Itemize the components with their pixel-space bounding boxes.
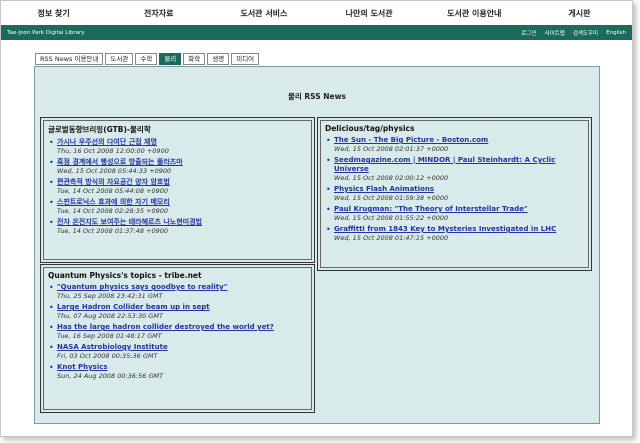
- category-tabs: RSS News 이용안내 도서관 수학 물리 화학 생명 미디어: [35, 53, 260, 65]
- nav-item-e-resources[interactable]: 전자자료: [106, 8, 211, 19]
- feed-item-link[interactable]: Has the large hadron collider destroyed …: [57, 323, 307, 332]
- bullet-icon: •: [49, 178, 54, 187]
- feed-item-link[interactable]: Physics Flash Animations: [334, 185, 584, 194]
- feed-item: • The Sun - The Big Picture - Boston.com…: [325, 136, 584, 154]
- library-name[interactable]: Tae-Joon Park Digital Library: [7, 30, 513, 36]
- feed-item-link[interactable]: The Sun - The Big Picture - Boston.com: [334, 136, 584, 145]
- feed-item: • Knot Physics Sun, 24 Aug 2008 00:36:56…: [48, 363, 307, 381]
- search-help-link[interactable]: 검색도우미: [573, 29, 598, 37]
- bullet-icon: •: [49, 283, 54, 292]
- feed-item-date: Tue, 14 Oct 2008 02:28:35 +0900: [57, 207, 169, 215]
- feed-item-link[interactable]: 흑점 경계에서 행성으로 방출되는 플라즈마: [57, 158, 307, 167]
- feed-item: • Large Hadron Collider beam up in sept …: [48, 303, 307, 321]
- feed-item-link[interactable]: Paul Krugman: "The Theory of Interstella…: [334, 205, 584, 214]
- feed-item-date: Sun, 24 Aug 2008 00:36:56 GMT: [57, 372, 164, 380]
- feed-title: 글로벌동향브리핑(GTB)-물리학: [48, 125, 151, 134]
- feed-item: • Has the large hadron collider destroye…: [48, 323, 307, 341]
- feed-item-date: Wed, 15 Oct 2008 01:59:38 +0000: [334, 194, 449, 202]
- feed-item-link[interactable]: 편관측적 방식의 자요공간 양자 암호법: [57, 178, 307, 187]
- feed-item: • "Quantum physics says goodbye to reali…: [48, 283, 307, 301]
- feed-item-date: Wed, 15 Oct 2008 01:55:22 +0000: [334, 214, 449, 222]
- feed-item-date: Tue, 14 Oct 2008 05:44:08 +0900: [57, 187, 169, 195]
- header-bar: Tae-Joon Park Digital Library 로그인 사이트맵 검…: [1, 25, 632, 40]
- bullet-icon: •: [326, 156, 331, 165]
- bullet-icon: •: [49, 138, 54, 147]
- tab-media[interactable]: 미디어: [231, 53, 260, 65]
- feed-item-date: Wed, 15 Oct 2008 02:00:12 +0000: [334, 174, 449, 182]
- tab-life-science[interactable]: 생명: [207, 53, 230, 65]
- feed-item-date: Thu, 16 Oct 2008 12:00:00 +0900: [57, 147, 169, 155]
- bullet-icon: •: [49, 303, 54, 312]
- bullet-icon: •: [49, 198, 54, 207]
- nav-item-library-services[interactable]: 도서관 서비스: [211, 8, 316, 19]
- bullet-icon: •: [49, 323, 54, 332]
- feed-item: • 가시나 우주선의 다여단 근접 재명 Thu, 16 Oct 2008 12…: [48, 138, 307, 156]
- bullet-icon: •: [49, 158, 54, 167]
- feed-item-link[interactable]: Graffitti from 1843 Key to Mysteries Inv…: [334, 225, 584, 234]
- tab-library[interactable]: 도서관: [105, 53, 134, 65]
- feed-item: • 스핀트로닉스 효과에 의한 자기 메모리 Tue, 14 Oct 2008 …: [48, 198, 307, 216]
- feed-item: • Graffitti from 1843 Key to Mysteries I…: [325, 225, 584, 243]
- feed-item-link[interactable]: Knot Physics: [57, 363, 307, 372]
- feed-panel-delicious: Delicious/tag/physics • The Sun - The Bi…: [317, 117, 592, 271]
- nav-item-search-info[interactable]: 정보 찾기: [1, 8, 106, 19]
- english-link[interactable]: English: [606, 30, 626, 36]
- bullet-icon: •: [326, 225, 331, 234]
- feed-item: • 전자 온전지도 보여주는 테라헤르츠 나노현미경법 Tue, 14 Oct …: [48, 218, 307, 236]
- feed-item-date: Wed, 15 Oct 2008 01:47:15 +0000: [334, 234, 449, 242]
- feed-item-link[interactable]: "Quantum physics says goodbye to reality…: [57, 283, 307, 292]
- tab-physics[interactable]: 물리: [159, 53, 182, 65]
- feed-item-date: Thu, 25 Sep 2008 23:42:31 GMT: [57, 292, 163, 300]
- feed-item-link[interactable]: 가시나 우주선의 다여단 근접 재명: [57, 138, 307, 147]
- feed-panel-quantum: Quantum Physics's topics - tribe.net • "…: [40, 264, 315, 413]
- browser-frame: 정보 찾기 전자자료 도서관 서비스 나만의 도서관 도서관 이용안내 게시판 …: [0, 0, 633, 437]
- nav-item-my-library[interactable]: 나만의 도서관: [317, 8, 422, 19]
- rss-content-area: 물리 RSS News 글로벌동향브리핑(GTB)-물리학 • 가시나 우주선의…: [34, 66, 600, 424]
- feed-item-link[interactable]: Large Hadron Collider beam up in sept: [57, 303, 307, 312]
- feed-item-date: Tue, 16 Sep 2008 01:48:17 GMT: [57, 332, 162, 340]
- tab-chemistry[interactable]: 화학: [183, 53, 206, 65]
- feed-item-link[interactable]: 전자 온전지도 보여주는 테라헤르츠 나노현미경법: [57, 218, 307, 227]
- top-navigation: 정보 찾기 전자자료 도서관 서비스 나만의 도서관 도서관 이용안내 게시판: [1, 1, 632, 25]
- feed-item: • Seedmagazine.com | MINDOR | Paul Stein…: [325, 156, 584, 183]
- feed-panel-gtb: 글로벌동향브리핑(GTB)-물리학 • 가시나 우주선의 다여단 근접 재명 T…: [40, 117, 315, 263]
- feed-item-date: Tue, 14 Oct 2008 01:37:48 +0900: [57, 227, 169, 235]
- feed-title: Delicious/tag/physics: [325, 124, 415, 133]
- feed-item: • Paul Krugman: "The Theory of Interstel…: [325, 205, 584, 223]
- feed-item-date: Thu, 07 Aug 2008 22:53:30 GMT: [57, 312, 163, 320]
- feed-item-link[interactable]: NASA Astrobiology Institute: [57, 343, 307, 352]
- bullet-icon: •: [49, 363, 54, 372]
- tab-rss-guide[interactable]: RSS News 이용안내: [35, 53, 104, 65]
- login-link[interactable]: 로그인: [521, 29, 536, 37]
- feed-item-link[interactable]: 스핀트로닉스 효과에 의한 자기 메모리: [57, 198, 307, 207]
- feed-item: • NASA Astrobiology Institute Fri, 03 Oc…: [48, 343, 307, 361]
- feed-item: • 흑점 경계에서 행성으로 방출되는 플라즈마 Wed, 15 Oct 200…: [48, 158, 307, 176]
- bullet-icon: •: [326, 185, 331, 194]
- page-title: 물리 RSS News: [287, 92, 347, 101]
- feed-title: Quantum Physics's topics - tribe.net: [48, 271, 202, 280]
- feed-item-date: Fri, 03 Oct 2008 00:35:36 GMT: [57, 352, 158, 360]
- nav-item-board[interactable]: 게시판: [527, 8, 632, 19]
- bullet-icon: •: [49, 343, 54, 352]
- feed-item: • Physics Flash Animations Wed, 15 Oct 2…: [325, 185, 584, 203]
- feed-item-date: Wed, 15 Oct 2008 02:01:37 +0000: [334, 145, 449, 153]
- feed-item: • 편관측적 방식의 자요공간 양자 암호법 Tue, 14 Oct 2008 …: [48, 178, 307, 196]
- bullet-icon: •: [49, 218, 54, 227]
- feed-item-date: Wed, 15 Oct 2008 05:44:33 +0900: [57, 167, 172, 175]
- sitemap-link[interactable]: 사이트맵: [545, 29, 565, 37]
- bullet-icon: •: [326, 136, 331, 145]
- feed-item-link[interactable]: Seedmagazine.com | MINDOR | Paul Steinha…: [334, 156, 584, 174]
- tab-math[interactable]: 수학: [135, 53, 158, 65]
- bullet-icon: •: [326, 205, 331, 214]
- nav-item-library-guide[interactable]: 도서관 이용안내: [422, 8, 527, 19]
